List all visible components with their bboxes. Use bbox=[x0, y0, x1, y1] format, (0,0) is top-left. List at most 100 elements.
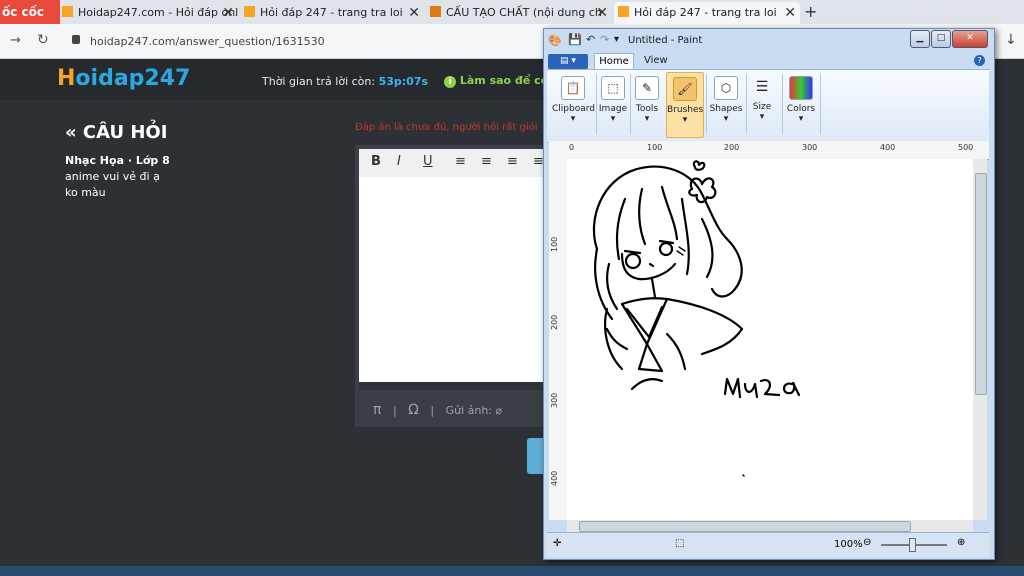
tab-view[interactable]: View bbox=[644, 55, 668, 66]
tools-icon: ✎ bbox=[635, 76, 659, 100]
forward-arrow-icon[interactable]: → bbox=[10, 33, 21, 48]
question-line: ko màu bbox=[65, 186, 106, 199]
group-clipboard[interactable]: 📋 Clipboard ▾ bbox=[552, 72, 595, 136]
bold-button[interactable]: B bbox=[371, 154, 381, 169]
close-icon[interactable]: ✕ bbox=[222, 2, 234, 24]
ribbon-separator bbox=[820, 74, 821, 134]
save-icon[interactable]: 💾 bbox=[568, 33, 582, 46]
tab-3[interactable]: CẤU TẠO CHẤT (nội dung ch ✕ bbox=[426, 2, 612, 24]
site-logo[interactable]: Hoidap247 bbox=[57, 66, 190, 91]
close-icon[interactable]: ✕ bbox=[784, 2, 796, 24]
help-icon[interactable]: ? bbox=[974, 55, 985, 66]
select-icon: ⬚ bbox=[601, 76, 625, 100]
send-image-label: Gửi ảnh: bbox=[445, 404, 493, 417]
zoom-in-button[interactable]: ⊕ bbox=[957, 537, 965, 548]
redo-icon[interactable]: ↷ bbox=[600, 33, 609, 46]
vertical-ruler bbox=[549, 159, 568, 520]
pi-symbol-button[interactable]: π bbox=[373, 402, 381, 418]
undo-icon[interactable]: ↶ bbox=[586, 33, 595, 46]
paint-canvas[interactable] bbox=[567, 159, 973, 520]
attach-icon[interactable]: ⌀ bbox=[496, 404, 503, 417]
logo-h: H bbox=[57, 66, 76, 91]
close-icon[interactable]: ✕ bbox=[596, 2, 608, 24]
info-icon: i bbox=[444, 76, 456, 88]
close-button[interactable]: ✕ bbox=[952, 30, 988, 48]
url-field[interactable]: hoidap247.com/answer_question/1631530 bbox=[90, 32, 560, 52]
group-brushes[interactable]: 🖌 Brushes ▾ bbox=[666, 72, 704, 138]
horizontal-scrollbar[interactable] bbox=[567, 520, 973, 532]
minimize-button[interactable]: ▁ bbox=[910, 30, 930, 48]
reload-icon[interactable]: ↻ bbox=[37, 32, 49, 48]
ruler-label: 300 bbox=[802, 143, 818, 152]
tab-1[interactable]: Hoidap247.com - Hỏi đáp onl ✕ bbox=[58, 2, 238, 24]
quick-access-dropdown-icon[interactable]: ▾ bbox=[614, 34, 619, 45]
question-heading[interactable]: « CÂU HỎI bbox=[65, 122, 167, 143]
tab-4-active[interactable]: Hỏi đáp 247 - trang tra loi ✕ bbox=[614, 2, 800, 24]
colors-icon bbox=[789, 76, 813, 100]
help-link[interactable]: i Làm sao để có bbox=[444, 74, 545, 88]
file-menu-button[interactable]: ▤ ▾ bbox=[548, 54, 588, 69]
group-size[interactable]: ☰ Size ▾ bbox=[748, 72, 776, 136]
anime-girl-drawing bbox=[592, 160, 801, 477]
tab-label: Hỏi đáp 247 - trang tra loi bbox=[634, 6, 777, 19]
ruler-label: 100 bbox=[550, 236, 559, 252]
group-label: Shapes bbox=[709, 104, 743, 114]
align-left-icon[interactable]: ≡ bbox=[455, 154, 466, 169]
ribbon-separator bbox=[782, 74, 783, 134]
browser-brand[interactable]: ốc cốc bbox=[0, 0, 60, 24]
italic-button[interactable]: I bbox=[397, 154, 401, 169]
download-icon[interactable]: ↓ bbox=[1005, 32, 1017, 48]
answer-timer: Thời gian trả lời còn: 53p:07s bbox=[262, 75, 428, 88]
selection-size-icon: ⬚ bbox=[675, 538, 685, 549]
ribbon-separator bbox=[746, 74, 747, 134]
timer-value: 53p:07s bbox=[378, 75, 429, 88]
question-body: Nhạc Họa · Lớp 8 anime vui vẻ đi ạ ko mà… bbox=[65, 153, 170, 201]
ruler-label: 400 bbox=[550, 470, 559, 486]
hoidap-favicon-icon bbox=[244, 6, 255, 17]
vertical-scrollbar[interactable] bbox=[973, 159, 987, 520]
answer-warning: Đáp án là chưa đủ, người hỏi rất giỏi bbox=[355, 122, 538, 133]
group-label: Tools bbox=[635, 104, 659, 114]
align-right-icon[interactable]: ≡ bbox=[507, 154, 518, 169]
editor-toolbar: B I U ≡ ≡ ≡ ≡ bbox=[359, 149, 545, 177]
hoidap-favicon-icon bbox=[62, 6, 73, 17]
paint-app-icon[interactable]: 🎨 bbox=[548, 34, 562, 47]
line-size-icon: ☰ bbox=[755, 79, 769, 95]
ribbon-separator bbox=[706, 74, 707, 134]
ruler-label: 200 bbox=[724, 143, 740, 152]
horizontal-ruler bbox=[549, 141, 989, 160]
editor-bottom-bar bbox=[359, 382, 545, 390]
ruler-label: 100 bbox=[647, 143, 663, 152]
group-shapes[interactable]: ⬡ Shapes ▾ bbox=[709, 72, 743, 136]
hoidap-favicon-icon bbox=[618, 6, 629, 17]
timer-label: Thời gian trả lời còn: bbox=[262, 75, 376, 88]
ruler-label: 400 bbox=[880, 143, 896, 152]
scroll-thumb[interactable] bbox=[975, 173, 987, 395]
group-colors[interactable]: Colors ▾ bbox=[786, 72, 816, 136]
clipboard-icon: 📋 bbox=[561, 76, 585, 100]
group-label: Size bbox=[752, 102, 772, 112]
group-image[interactable]: ⬚ Image ▾ bbox=[598, 72, 628, 136]
underline-button[interactable]: U bbox=[423, 154, 433, 169]
maximize-button[interactable]: □ bbox=[931, 30, 951, 48]
tab-label: Hoidap247.com - Hỏi đáp onl bbox=[78, 6, 238, 19]
tab-2[interactable]: Hỏi đáp 247 - trang tra loi ✕ bbox=[240, 2, 424, 24]
question-subject: Nhạc Họa · Lớp 8 bbox=[65, 154, 170, 167]
new-tab-button[interactable]: + bbox=[804, 2, 817, 21]
lock-icon bbox=[72, 35, 80, 44]
scroll-thumb[interactable] bbox=[579, 521, 911, 532]
tab-label: Hỏi đáp 247 - trang tra loi bbox=[260, 6, 403, 19]
windows-taskbar bbox=[0, 566, 1024, 576]
group-tools[interactable]: ✎ Tools ▾ bbox=[633, 72, 661, 136]
group-label: Colors bbox=[786, 104, 816, 114]
close-icon[interactable]: ✕ bbox=[408, 2, 420, 24]
omega-symbol-button[interactable]: Ω bbox=[408, 402, 419, 418]
zoom-out-button[interactable]: ⊖ bbox=[863, 537, 871, 548]
editor-extras: π | Ω | Gửi ảnh: ⌀ bbox=[373, 402, 503, 418]
group-label: Image bbox=[598, 104, 628, 114]
window-title: Untitled - Paint bbox=[628, 35, 703, 46]
zoom-slider-thumb[interactable] bbox=[909, 538, 916, 552]
align-center-icon[interactable]: ≡ bbox=[481, 154, 492, 169]
answer-textarea[interactable] bbox=[359, 177, 545, 382]
ruler-label: 200 bbox=[550, 314, 559, 330]
